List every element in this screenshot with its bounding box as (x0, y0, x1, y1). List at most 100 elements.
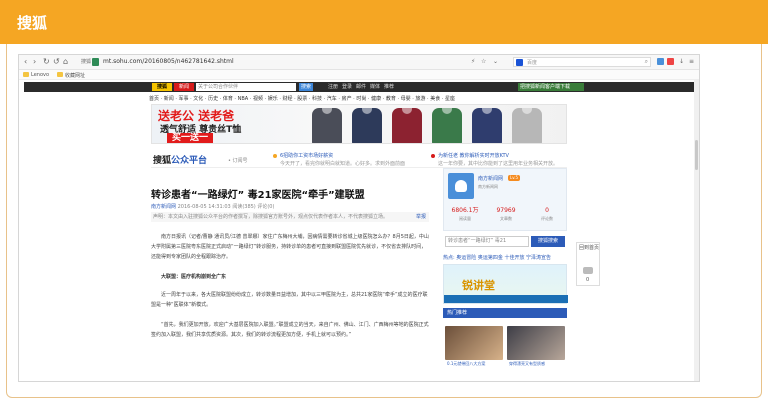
article-paragraph: 南方日报讯（记者/曹静 通讯员/江德 曾翠娜）家住广东梅州大埔，因病情需要转诊省… (151, 234, 429, 260)
home-icon[interactable]: ⌂ (63, 57, 68, 67)
article-subhead: 大联盟：医疗机构崩到全广东 (161, 274, 227, 280)
browser-search-input[interactable]: 百度 ⌕ (513, 57, 651, 67)
hot-section-title: 热门推荐 (443, 308, 567, 318)
shirt-image (352, 108, 382, 143)
stat-value: 97969 (496, 207, 516, 214)
promo-desc-1: 今天开了，看完你就明白就知道。心好多。求到外面前面 (280, 161, 406, 167)
scrollbar[interactable] (694, 80, 699, 381)
floating-toolbar: 回到首页 0 (576, 242, 600, 286)
media-link[interactable]: 媒体 (370, 83, 380, 91)
channel-nav[interactable]: 首页 · 新闻 · 军事 · 文化 · 历史 · 体育 · NBA · 视频 ·… (149, 95, 569, 103)
publisher-row: 搜狐公众平台 • 订阅号 6招助你工资市场好薪资 今天开了，看完你就明白就知道。… (151, 150, 567, 168)
article-meta: 南方新闻网 2016-08-05 14:31:03 阅读(385) 评论(0) (151, 203, 274, 210)
disclaimer-text: 声明：本文由入驻搜狐公众平台的作者撰写，除搜狐官方账号外，观点仅代表作者本人，不… (153, 214, 389, 220)
article-source[interactable]: 南方新闻网 (151, 204, 176, 210)
stat-value: 6806.1万 (451, 207, 479, 214)
sidebar-search-input[interactable]: 转诊患者“一路绿灯” 毒21 (445, 236, 529, 247)
site-search-input[interactable]: 关于公司合作伙伴 (196, 83, 296, 91)
back-to-home-button[interactable]: 回到首页 (579, 245, 599, 251)
refresh-icon[interactable]: ↻ (43, 57, 50, 67)
baidu-icon (516, 59, 523, 66)
login-link[interactable]: 登录 (342, 83, 352, 91)
recommend-link[interactable]: 推荐 (384, 83, 394, 91)
window-header: 搜狐 (0, 0, 768, 44)
hot-thumbnail[interactable] (445, 326, 503, 360)
hot-thumbnail[interactable] (507, 326, 565, 360)
sohu-topbar: 搜狐 新闻 关于公司合作伙伴 搜索 注册 登录 邮件 媒体 推荐 把搜狐新闻客户… (24, 82, 696, 92)
download-app-link[interactable]: 把搜狐新闻客户端下载 (518, 83, 584, 91)
sidebar-search-button[interactable]: 搜狐搜索 (531, 236, 565, 247)
bookmark-favorites[interactable]: 收藏网址 (65, 72, 85, 79)
extension-icon[interactable] (657, 58, 664, 65)
comment-count[interactable]: 评论(0) (257, 204, 274, 210)
subscribe-link[interactable]: • 订阅号 (228, 157, 248, 164)
stat-reads: 6806.1万 阅读量 (446, 207, 484, 222)
side-ad[interactable]: 锐讲堂 (443, 264, 568, 304)
hot-links[interactable]: 热点: 奥运冒险 奥运第四金 十佳开放 宁泽涛宣告 (443, 254, 551, 261)
promo-link-2[interactable]: 为新任老 教你解析实时开放KTV (438, 152, 509, 159)
read-count: 阅读(385) (232, 204, 256, 210)
author-category: 南方新闻网 (478, 184, 498, 189)
site-search-button[interactable]: 搜索 (299, 83, 313, 91)
folder-icon (23, 72, 29, 77)
browser-window: ‹ › ↻ ↺ ⌂ 搜狐 mt.sohu.com/20160805/n46278… (18, 54, 700, 382)
shirt-image (392, 108, 422, 143)
addon-icon[interactable] (667, 58, 674, 65)
article-date: 2016-08-05 14:31:03 (177, 204, 231, 210)
download-icon[interactable]: ↓ (679, 58, 684, 65)
article-paragraph: “首先，我们更加开放，欢迎广大基层医院加入联盟。”联盟成立的当天，来自广州、佛山… (151, 322, 429, 338)
shirt-image (432, 108, 462, 143)
url-field[interactable]: mt.sohu.com/20160805/n462781642.shtml (103, 58, 234, 65)
star-icon[interactable]: ☆ (481, 58, 486, 65)
avatar[interactable] (448, 173, 474, 199)
shirt-image (472, 108, 502, 143)
comment-icon[interactable] (583, 267, 593, 274)
sohu-mp-logo[interactable]: 搜狐公众平台 (153, 153, 207, 166)
window-title: 搜狐 (17, 14, 48, 32)
shirt-image (512, 108, 542, 143)
back-icon[interactable]: ‹ (24, 57, 27, 67)
sohu-logo[interactable]: 搜狐 (152, 83, 172, 91)
address-bar: ‹ › ↻ ↺ ⌂ 搜狐 mt.sohu.com/20160805/n46278… (19, 55, 699, 70)
menu-icon[interactable]: ≡ (689, 58, 694, 65)
report-link[interactable]: 举报 (416, 212, 426, 222)
page-viewport: 搜狐 新闻 关于公司合作伙伴 搜索 注册 登录 邮件 媒体 推荐 把搜狐新闻客户… (19, 80, 699, 381)
site-badge: 搜狐 (81, 59, 92, 65)
scrollbar-thumb[interactable] (695, 140, 698, 170)
article-paragraph: 近一周年于以来，各大医院联盟纷纷成立，转诊数量日益增加，其中以三甲医院为主，总共… (151, 292, 428, 308)
stat-label: 评论数 (541, 216, 553, 221)
article-title: 转诊患者“一路绿灯” 毒21家医院“牵手”建联盟 (151, 190, 365, 201)
ad-banner[interactable]: 送老公 送老爸 透气舒适 尊贵丝T恤 买一送一 (151, 104, 567, 144)
search-icon[interactable]: ⌕ (645, 58, 648, 66)
shield-icon (92, 58, 99, 66)
author-name[interactable]: 南方新闻网 (478, 175, 503, 182)
mail-link[interactable]: 邮件 (356, 83, 366, 91)
undo-icon[interactable]: ↺ (53, 57, 60, 67)
comment-badge: 0 (586, 277, 590, 283)
forward-icon[interactable]: › (33, 57, 36, 67)
hot-caption[interactable]: 0.1元就带回八大方案 (447, 361, 485, 367)
promo-link-1[interactable]: 6招助你工资市场好薪资 (280, 152, 333, 159)
disclaimer: 声明：本文由入驻搜狐公众平台的作者撰写，除搜狐官方账号外，观点仅代表作者本人，不… (151, 212, 429, 222)
stat-articles: 97969 文章数 (487, 207, 525, 222)
search-placeholder: 百度 (527, 60, 538, 66)
bookmarks-bar: Lenovo 收藏网址 (19, 70, 699, 80)
bullet-icon (431, 154, 435, 158)
stat-label: 文章数 (500, 216, 512, 221)
lightning-icon[interactable]: ⚡ (471, 58, 475, 65)
news-label[interactable]: 新闻 (174, 83, 194, 91)
bullet-icon (273, 154, 277, 158)
register-link[interactable]: 注册 (328, 83, 338, 91)
side-ad-text: 锐讲堂 (462, 279, 495, 292)
bookmark-lenovo[interactable]: Lenovo (31, 72, 49, 78)
stat-value: 0 (545, 207, 549, 214)
screenshot-frame: ‹ › ↻ ↺ ⌂ 搜狐 mt.sohu.com/20160805/n46278… (6, 44, 762, 398)
chevron-down-icon[interactable]: ⌄ (493, 58, 498, 65)
hot-caption[interactable]: 穿得漂亮又有型质感 (509, 361, 545, 367)
level-badge: Lv.5 (508, 175, 521, 181)
shirt-image (312, 108, 342, 143)
side-ad-strip (444, 295, 568, 303)
stat-comments: 0 评论数 (528, 207, 566, 222)
ad-promo: 买一送一 (167, 133, 214, 143)
stat-label: 阅读量 (459, 216, 471, 221)
